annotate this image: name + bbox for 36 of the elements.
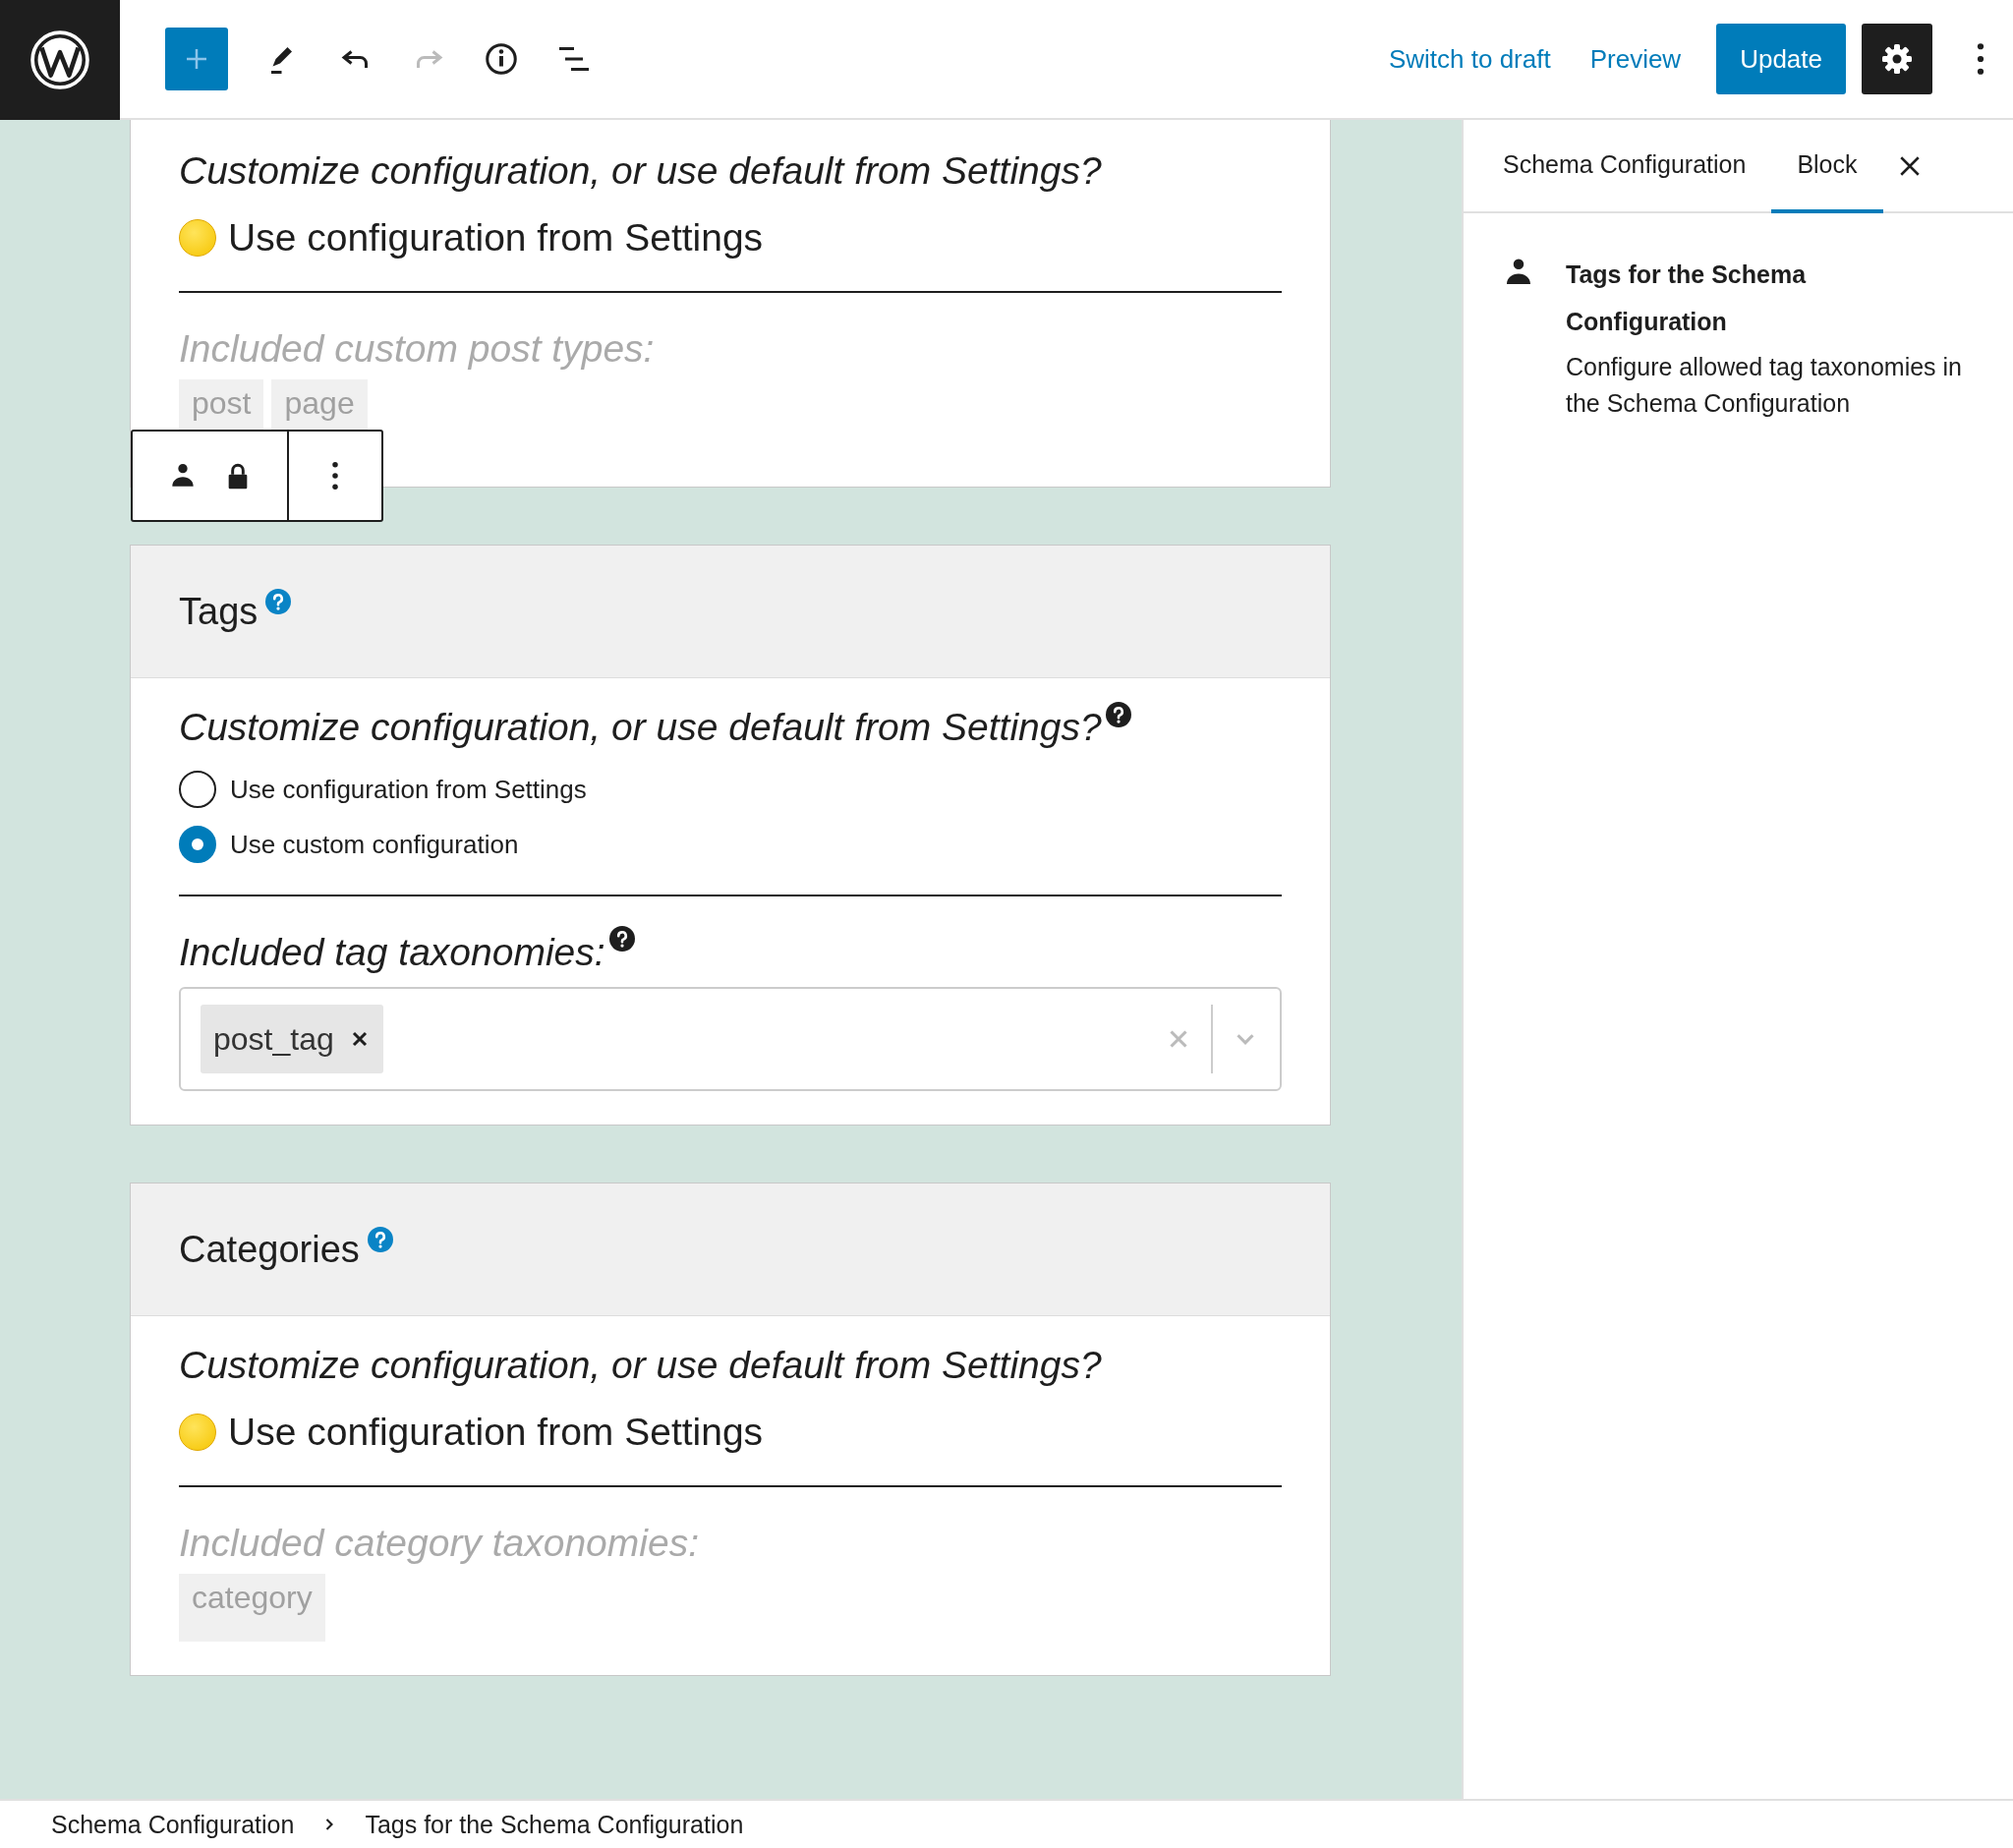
gear-icon (1879, 41, 1915, 77)
section-title: Categories (179, 1228, 360, 1271)
help-icon[interactable] (1105, 702, 1131, 727)
field-label: Included tag taxonomies: (179, 930, 605, 975)
multi-select-field[interactable]: post_tag (179, 987, 1282, 1091)
field-label: Included category taxonomies: (179, 1521, 699, 1566)
status-dot-icon (179, 1414, 216, 1451)
breadcrumb-link[interactable]: Tags for the Schema Configuration (365, 1810, 744, 1839)
update-button[interactable]: Update (1716, 24, 1846, 94)
selected-tag: post_tag (201, 1005, 383, 1073)
chosen-option: Use configuration from Settings (228, 1411, 764, 1454)
sidebar-tab[interactable]: Schema Configuration (1477, 120, 1772, 213)
header-link[interactable]: Switch to draft (1388, 43, 1551, 75)
sidebar-tab[interactable]: Block (1771, 120, 1883, 213)
radio-button[interactable] (179, 771, 216, 808)
block-description: Configure allowed tag taxonomies in the Schema Configuration (1566, 352, 1963, 419)
header-link[interactable]: Preview (1589, 43, 1682, 75)
value-chip: category (179, 1574, 325, 1642)
logo-icon[interactable] (0, 0, 120, 120)
question-text: Customize configuration, or use default from Settings? (179, 705, 1102, 750)
section-title: Tags (179, 590, 259, 633)
question-text: Customize configuration, or use default from Settings? (179, 1343, 1102, 1388)
status-dot-icon (179, 219, 216, 257)
more-options-icon[interactable] (331, 461, 339, 491)
breadcrumb-link[interactable]: Schema Configuration (51, 1810, 295, 1839)
radio-label[interactable]: Use configuration from Settings (230, 774, 587, 805)
question-text: Customize configuration, or use default from Settings? (179, 148, 1102, 194)
more-options-icon[interactable] (1976, 42, 1985, 76)
chosen-option: Use configuration from Settings (228, 216, 764, 260)
radio-button[interactable] (179, 826, 216, 863)
settings-button[interactable] (1862, 24, 1932, 94)
field-label: Included custom post types: (179, 326, 655, 372)
help-icon[interactable] (608, 926, 635, 952)
info-icon[interactable] (484, 41, 519, 77)
block-title: Tags for the Schema Configuration (1566, 260, 1808, 337)
radio-label[interactable]: Use custom configuration (230, 829, 519, 860)
